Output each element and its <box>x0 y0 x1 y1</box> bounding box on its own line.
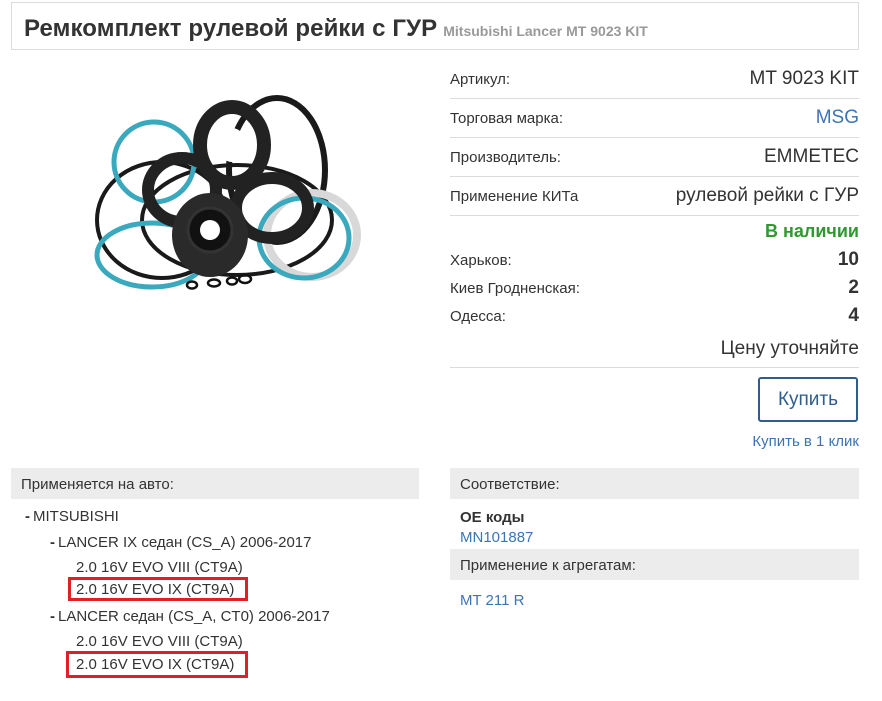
model-label: LANCER IX седан (CS_A) 2006-2017 <box>58 534 312 551</box>
tree-item-model[interactable]: - LANCER седан (CS_A, CT0) 2006-2017 <box>50 608 330 625</box>
stock-location: Киев Гродненская: <box>450 279 580 297</box>
applicability-panel: Применяется на авто: - MITSUBISHI - LANCER… <box>11 468 419 699</box>
spec-row-manufacturer: Производитель: EMMETEC <box>450 138 859 177</box>
buy-button[interactable]: Купить <box>758 377 858 422</box>
applicability-header: Применяется на авто: <box>11 468 419 499</box>
stock-row: Харьков: 10 <box>450 246 859 274</box>
spec-row-brand: Торговая марка: MSG <box>450 99 859 138</box>
product-specs: Артикул: MT 9023 KIT Торговая марка: MSG… <box>450 60 859 368</box>
make-label: MITSUBISHI <box>33 508 119 525</box>
correspondence-header: Соответствие: <box>450 468 859 499</box>
stock-count: 10 <box>837 249 859 270</box>
spec-value: рулевой рейки с ГУР <box>675 185 859 206</box>
in-stock-status: В наличии <box>765 220 859 241</box>
spec-label: Артикул: <box>450 70 511 88</box>
tree-item-variant[interactable]: 2.0 16V EVO VIII (CT9A) <box>76 633 243 650</box>
stock-row: Одесса: 4 <box>450 302 859 330</box>
stock-row: Киев Гродненская: 2 <box>450 274 859 302</box>
spec-row-article: Артикул: MT 9023 KIT <box>450 60 859 99</box>
spec-value: MT 9023 KIT <box>749 68 859 89</box>
brand-link[interactable]: MSG <box>816 107 859 129</box>
title-box: Ремкомплект рулевой рейки с ГУР Mitsubis… <box>11 2 859 50</box>
units-header: Применение к агрегатам: <box>450 549 859 580</box>
spec-row-kit-application: Применение КИТа рулевой рейки с ГУР <box>450 177 859 216</box>
stock-location: Харьков: <box>450 251 512 269</box>
stock-count: 4 <box>848 305 859 326</box>
unit-link[interactable]: MT 211 R <box>460 592 859 609</box>
variant-highlight-box <box>68 577 248 601</box>
oe-codes-label: ОЕ коды <box>460 509 525 526</box>
stock-location: Одесса: <box>450 307 506 325</box>
page-title: Ремкомплект рулевой рейки с ГУР <box>24 15 438 42</box>
buy-one-click-link[interactable]: Купить в 1 клик <box>752 433 859 450</box>
stock-count: 2 <box>848 277 859 298</box>
correspondence-panel: Соответствие: ОЕ коды MN101887 Применени… <box>450 468 859 609</box>
page-subtitle: Mitsubishi Lancer MT 9023 KIT <box>443 23 648 39</box>
product-image <box>72 90 372 300</box>
tree-item-make[interactable]: - MITSUBISHI <box>25 508 119 525</box>
spec-label: Торговая марка: <box>450 109 563 127</box>
variant-highlight-box <box>66 651 248 678</box>
spec-label: Применение КИТа <box>450 187 579 205</box>
price-note: Цену уточняйте <box>450 330 859 368</box>
model-label: LANCER седан (CS_A, CT0) 2006-2017 <box>58 608 330 625</box>
spec-value: EMMETEC <box>764 146 859 167</box>
collapse-icon[interactable]: - <box>50 534 55 551</box>
tree-item-variant[interactable]: 2.0 16V EVO VIII (CT9A) <box>76 559 243 576</box>
oe-code-link[interactable]: MN101887 <box>460 529 859 546</box>
collapse-icon[interactable]: - <box>50 608 55 625</box>
vehicle-tree: - MITSUBISHI - LANCER IX седан (CS_A) 2006… <box>11 499 419 699</box>
seal-kit-image <box>94 95 361 290</box>
spec-label: Производитель: <box>450 148 561 166</box>
collapse-icon[interactable]: - <box>25 508 30 525</box>
tree-item-model[interactable]: - LANCER IX седан (CS_A) 2006-2017 <box>50 534 312 551</box>
